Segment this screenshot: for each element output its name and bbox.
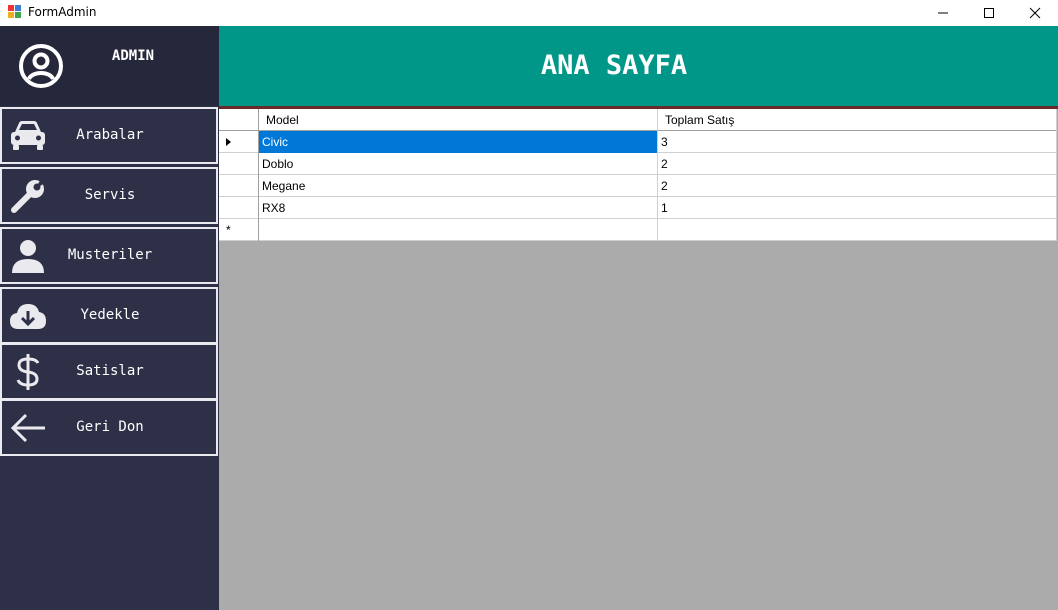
window-title: FormAdmin	[28, 5, 97, 19]
row-header[interactable]	[219, 197, 259, 219]
close-button[interactable]	[1012, 0, 1058, 26]
table-cell-model[interactable]	[259, 219, 658, 241]
sidebar-item-servis[interactable]: Servis	[0, 167, 218, 224]
sidebar-item-geri-don[interactable]: Geri Don	[0, 399, 218, 456]
column-header-model[interactable]: Model	[259, 109, 658, 131]
close-icon	[1029, 7, 1041, 19]
data-grid[interactable]: Model Toplam Satış Civic 3 Doblo 2 Megan…	[219, 109, 1057, 241]
user-circle-icon	[19, 44, 63, 88]
cloud-download-icon	[10, 304, 46, 329]
table-cell-total[interactable]	[658, 219, 1057, 241]
new-row[interactable]: *	[219, 219, 1057, 241]
data-grid-panel: Model Toplam Satış Civic 3 Doblo 2 Megan…	[219, 109, 1058, 610]
table-cell-total[interactable]: 1	[658, 197, 1057, 219]
user-name: ADMIN	[111, 48, 155, 64]
table-cell-model[interactable]: Megane	[259, 175, 658, 197]
dollar-icon	[16, 354, 40, 390]
row-header[interactable]	[219, 175, 259, 197]
sidebar-item-label: Servis	[84, 187, 136, 203]
page-header: ANA SAYFA	[219, 26, 1058, 106]
sidebar-item-arabalar[interactable]: Arabalar	[0, 107, 218, 164]
sidebar-item-yedekle[interactable]: Yedekle	[0, 287, 218, 344]
minimize-button[interactable]	[920, 0, 966, 26]
title-bar: FormAdmin	[0, 0, 1058, 26]
wrench-icon	[11, 179, 45, 213]
table-row[interactable]: Doblo 2	[219, 153, 1057, 175]
row-header[interactable]	[219, 131, 259, 153]
table-cell-model[interactable]: RX8	[259, 197, 658, 219]
table-row[interactable]: Civic 3	[219, 131, 1057, 153]
table-cell-model[interactable]: Doblo	[259, 153, 658, 175]
table-cell-total[interactable]: 3	[658, 131, 1057, 153]
sidebar: ADMIN Arabalar Servis Musteriler Yedekle…	[0, 26, 219, 610]
person-icon	[12, 240, 44, 273]
column-header-toplam-satis[interactable]: Toplam Satış	[658, 109, 1057, 131]
table-cell-total[interactable]: 2	[658, 175, 1057, 197]
grid-header-row: Model Toplam Satış	[219, 109, 1057, 131]
sidebar-item-label: Arabalar	[76, 127, 144, 143]
sidebar-item-satislar[interactable]: Satislar	[0, 343, 218, 400]
table-row[interactable]: RX8 1	[219, 197, 1057, 219]
row-header[interactable]	[219, 153, 259, 175]
sidebar-item-label: Musteriler	[67, 247, 153, 263]
sidebar-item-label: Satislar	[76, 363, 144, 379]
car-icon	[11, 121, 45, 150]
table-cell-total[interactable]: 2	[658, 153, 1057, 175]
sidebar-item-label: Yedekle	[80, 307, 140, 323]
current-row-icon	[226, 138, 231, 146]
row-header[interactable]: *	[219, 219, 259, 241]
page-title: ANA SAYFA	[540, 50, 688, 81]
app-icon	[8, 5, 22, 19]
table-row[interactable]: Megane 2	[219, 175, 1057, 197]
new-row-marker: *	[226, 223, 231, 237]
maximize-icon	[984, 8, 994, 18]
maximize-button[interactable]	[966, 0, 1012, 26]
minimize-icon	[938, 12, 948, 14]
grid-corner[interactable]	[219, 109, 259, 131]
table-cell-model[interactable]: Civic	[259, 131, 658, 153]
arrow-left-icon	[10, 413, 45, 443]
user-panel: ADMIN	[0, 26, 219, 106]
sidebar-item-label: Geri Don	[76, 419, 144, 435]
sidebar-item-musteriler[interactable]: Musteriler	[0, 227, 218, 284]
